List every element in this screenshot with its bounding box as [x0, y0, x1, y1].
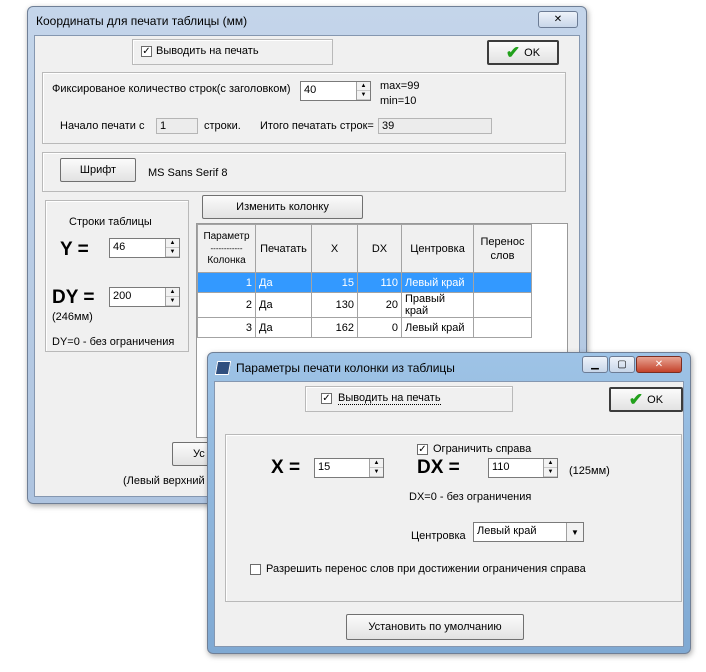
y-label: Y = [60, 239, 89, 260]
limit-right-checkbox[interactable]: ✓ [417, 444, 428, 455]
header-dx[interactable]: DX [357, 224, 402, 273]
dialog-app-icon [214, 361, 232, 375]
spin-up-icon[interactable]: ▲ [357, 82, 370, 91]
dx-note: DX=0 - без ограничения [409, 491, 532, 503]
dy-spinner[interactable]: ▲ ▼ [165, 288, 179, 306]
dx-mm: (125мм) [569, 465, 610, 477]
columns-table: Параметр ------------ Колонка Печатать X… [197, 224, 532, 338]
maximize-button[interactable]: ▢ [609, 356, 635, 373]
minimize-button[interactable]: ▁ [582, 356, 608, 373]
spin-down-icon[interactable]: ▼ [166, 248, 179, 257]
dialog-print-checkbox[interactable]: ✓ [321, 393, 332, 404]
ok-button[interactable]: ✔ OK [487, 40, 559, 65]
spin-down-icon[interactable]: ▼ [544, 468, 557, 477]
fixed-rows-label: Фиксированое количество строк(с заголовк… [52, 83, 291, 95]
center-label: Центровка [411, 530, 466, 542]
print-checkbox[interactable]: ✓ [141, 46, 152, 57]
dx-input[interactable]: 110 ▲ ▼ [488, 458, 558, 478]
dialog-ok-button[interactable]: ✔ OK [609, 387, 683, 412]
spin-up-icon[interactable]: ▲ [166, 239, 179, 248]
column-dialog: Параметры печати колонки из таблицы ▁ ▢ … [207, 352, 691, 654]
table-row[interactable]: 1 Да 15 110 Левый край [197, 272, 532, 293]
wrap-label: Разрешить перенос слов при достижении ог… [266, 563, 586, 575]
maximize-icon: ▢ [617, 359, 627, 370]
spin-down-icon[interactable]: ▼ [357, 91, 370, 100]
total-label: Итого печатать строк= [260, 120, 374, 132]
checkmark-icon: ✔ [628, 389, 644, 409]
limit-right-label: Ограничить справа [433, 443, 532, 455]
y-input[interactable]: 46 ▲ ▼ [109, 238, 180, 258]
set-default-button[interactable]: Установить по умолчанию [346, 614, 524, 640]
x-label: X = [271, 457, 301, 478]
dy-note: DY=0 - без ограничения [52, 336, 175, 348]
print-label: Выводить на печать [156, 45, 259, 57]
font-button[interactable]: Шрифт [60, 158, 136, 182]
dialog-close-button[interactable]: ✕ [636, 356, 682, 373]
header-wrap[interactable]: Перенос слов [473, 224, 532, 273]
total-value: 39 [378, 118, 492, 134]
origin-status-partial: (Левый верхний [123, 475, 205, 487]
close-icon: ✕ [654, 359, 664, 370]
dialog-client: ✓ Выводить на печать ✔ OK ✓ Ограничить с… [214, 381, 684, 647]
font-name: MS Sans Serif 8 [148, 167, 228, 179]
spin-up-icon[interactable]: ▲ [544, 459, 557, 468]
start-value: 1 [156, 118, 198, 134]
close-button[interactable]: ✕ [538, 11, 578, 28]
fixed-rows-input[interactable]: 40 ▲ ▼ [300, 81, 371, 101]
spin-up-icon[interactable]: ▲ [370, 459, 383, 468]
y-spinner[interactable]: ▲ ▼ [165, 239, 179, 257]
min-label: min=10 [380, 95, 417, 107]
fixed-rows-spinner[interactable]: ▲ ▼ [356, 82, 370, 100]
close-icon: ✕ [553, 14, 563, 25]
rows-group-title: Строки таблицы [69, 216, 152, 228]
header-x[interactable]: X [311, 224, 358, 273]
x-spinner[interactable]: ▲ ▼ [369, 459, 383, 477]
header-print[interactable]: Печатать [255, 224, 312, 273]
table-row[interactable]: 3 Да 162 0 Левый край [197, 317, 532, 338]
dy-mm: (246мм) [52, 311, 93, 323]
dx-label: DX = [417, 457, 460, 478]
chevron-down-icon: ▼ [571, 527, 579, 537]
header-center[interactable]: Центровка [401, 224, 474, 273]
start-label: Начало печати с [60, 120, 145, 132]
max-label: max=99 [380, 80, 420, 92]
wrap-checkbox[interactable] [250, 564, 261, 575]
dx-spinner[interactable]: ▲ ▼ [543, 459, 557, 477]
spin-down-icon[interactable]: ▼ [166, 297, 179, 306]
center-select[interactable]: Левый край ▼ [473, 522, 584, 542]
checkmark-icon: ✔ [505, 42, 521, 62]
x-input[interactable]: 15 ▲ ▼ [314, 458, 384, 478]
dy-label: DY = [52, 287, 95, 308]
main-window-title: Координаты для печати таблицы (мм) [36, 14, 248, 28]
spin-up-icon[interactable]: ▲ [166, 288, 179, 297]
minimize-icon: ▁ [591, 359, 599, 370]
dy-input[interactable]: 200 ▲ ▼ [109, 287, 180, 307]
dialog-print-label: Выводить на печать [338, 392, 441, 405]
table-row[interactable]: 2 Да 130 20 Правый край [197, 292, 532, 318]
spin-down-icon[interactable]: ▼ [370, 468, 383, 477]
change-column-button[interactable]: Изменить колонку [202, 195, 363, 219]
rows-suffix: строки. [204, 120, 241, 132]
header-param[interactable]: Параметр ------------ Колонка [197, 224, 256, 273]
dialog-title: Параметры печати колонки из таблицы [236, 361, 455, 375]
